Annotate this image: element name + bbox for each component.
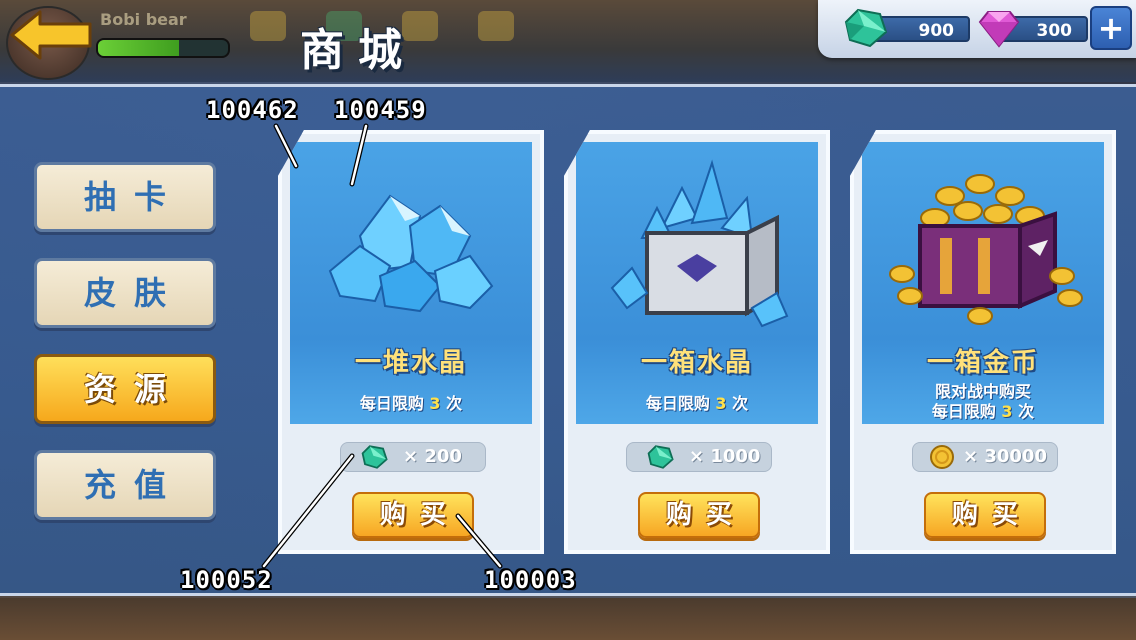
debug-label: 100459 <box>334 96 427 124</box>
card-desc: 每日限购 3 次 <box>576 390 818 414</box>
card-art-area: 一箱水晶 每日限购 3 次 <box>576 142 818 424</box>
card-title: 一箱金币 <box>926 348 1039 378</box>
coin-icon <box>930 445 954 469</box>
tab-draw-card[interactable]: 抽卡 <box>34 162 216 232</box>
crystal-icon <box>647 445 674 469</box>
shop-card-crystal-pile[interactable]: 一堆水晶 每日限购 3 次 × 200 购买 <box>278 130 544 554</box>
tab-recharge[interactable]: 充值 <box>34 450 216 520</box>
coin-status-icon <box>250 11 286 41</box>
card-art-area: 一箱金币 限对战中购买 每日限购 3 次 <box>862 142 1104 424</box>
tab-skins[interactable]: 皮肤 <box>34 258 216 328</box>
debug-label: 100462 <box>206 96 299 124</box>
price-value: × 30000 <box>963 446 1047 467</box>
card-title: 一箱水晶 <box>640 348 753 378</box>
debug-label: 100052 <box>180 566 273 594</box>
coin-box-icon <box>889 174 1083 325</box>
desc-text: 每日限购 <box>931 402 1002 421</box>
card-desc-line-2: 每日限购 3 次 <box>862 398 1104 422</box>
card-title: 一堆水晶 <box>354 348 467 378</box>
shop-card-crystal-box[interactable]: 一箱水晶 每日限购 3 次 × 1000 购买 <box>564 130 830 554</box>
price-pill: × 1000 <box>626 442 772 472</box>
desc-text: 次 <box>726 394 749 413</box>
bottom-strip <box>0 598 1136 640</box>
desc-count: 3 <box>715 394 727 413</box>
buy-button[interactable]: 购买 <box>638 492 760 538</box>
debug-label: 100003 <box>484 566 577 594</box>
crystal-box-icon <box>610 159 789 328</box>
shop-card-coin-box[interactable]: 一箱金币 限对战中购买 每日限购 3 次 × 30000 购买 <box>850 130 1116 554</box>
tab-resources[interactable]: 资源 <box>34 354 216 424</box>
exp-bar <box>96 38 230 58</box>
price-pill: × 30000 <box>912 442 1058 472</box>
buy-button[interactable]: 购买 <box>352 492 474 538</box>
diamond-icon <box>978 11 1020 48</box>
player-name: Bobi bear <box>100 10 187 29</box>
desc-count: 3 <box>1001 402 1013 421</box>
page-title: 商城 <box>300 25 416 76</box>
price-value: × 1000 <box>689 446 761 467</box>
trophy-status-icon <box>478 11 514 41</box>
crystal-icon <box>361 445 388 469</box>
card-desc: 每日限购 3 次 <box>290 390 532 414</box>
desc-text: 每日限购 <box>359 394 430 413</box>
back-arrow-icon[interactable] <box>10 10 94 60</box>
card-art-area: 一堆水晶 每日限购 3 次 <box>290 142 532 424</box>
crystal-pile-icon <box>328 194 494 313</box>
desc-text: 每日限购 <box>645 394 716 413</box>
add-currency-button[interactable]: + <box>1090 6 1132 50</box>
buy-button[interactable]: 购买 <box>924 492 1046 538</box>
desc-count: 3 <box>429 394 441 413</box>
desc-text: 次 <box>440 394 463 413</box>
exp-fill <box>98 40 179 56</box>
currency-bar: 900 300 <box>818 0 1136 58</box>
crystal-icon <box>844 8 888 48</box>
desc-text: 次 <box>1012 402 1035 421</box>
price-value: × 200 <box>403 446 462 467</box>
price-pill: × 200 <box>340 442 486 472</box>
